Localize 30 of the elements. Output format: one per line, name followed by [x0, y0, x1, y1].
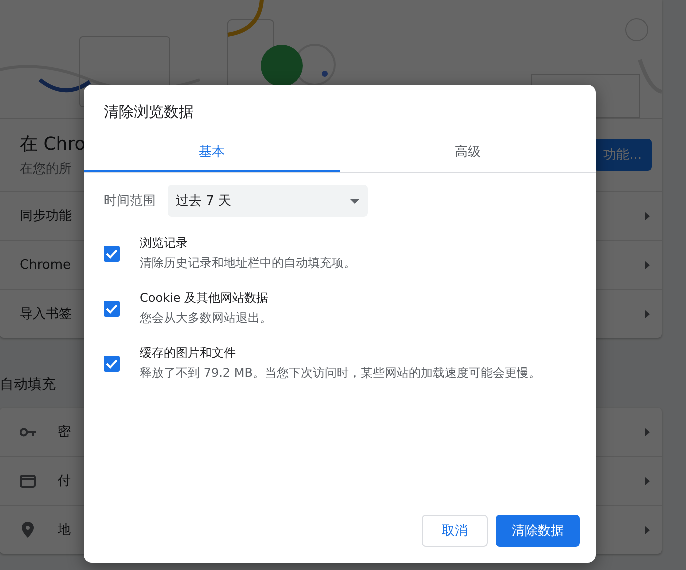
checkbox[interactable] — [104, 356, 120, 372]
section-heading: 自动填充 — [0, 376, 56, 394]
option-title: 浏览记录 — [140, 235, 189, 252]
key-icon — [20, 428, 36, 436]
dialog-title: 清除浏览数据 — [104, 103, 195, 122]
credit-card-icon — [20, 474, 36, 488]
option-description: 您会从大多数网站退出。 — [140, 310, 272, 327]
tab[interactable]: 基本 — [84, 134, 340, 172]
sync-button[interactable]: 功能... — [594, 139, 652, 171]
caret-icon — [645, 212, 650, 220]
caret-icon — [645, 428, 650, 436]
field-label: 时间范围 — [104, 193, 156, 210]
location-pin-icon — [20, 522, 36, 538]
section-title: 在 Chro — [20, 133, 86, 156]
caret-icon — [645, 526, 650, 534]
time-range-dropdown[interactable]: 过去 7 天 — [168, 185, 368, 217]
option-description: 清除历史记录和地址栏中的自动填充项。 — [140, 255, 356, 272]
checkbox[interactable] — [104, 246, 120, 262]
cancel-button[interactable]: 取消 — [422, 515, 488, 547]
tab[interactable]: 高级 — [340, 134, 596, 172]
caret-icon — [645, 476, 650, 486]
option-description: 释放了不到 79.2 MB。当您下次访问时，某些网站的加载速度可能会更慢。 — [140, 365, 541, 382]
clear-data-button[interactable]: 清除数据 — [496, 515, 580, 547]
option-title: Cookie 及其他网站数据 — [140, 290, 270, 307]
dropdown-arrow-icon — [350, 198, 360, 204]
checkbox[interactable] — [104, 300, 120, 316]
caret-icon — [645, 310, 650, 318]
option-title: 缓存的图片和文件 — [140, 345, 237, 362]
caret-icon — [645, 260, 650, 270]
section-subtitle: 在您的所 — [20, 161, 73, 178]
